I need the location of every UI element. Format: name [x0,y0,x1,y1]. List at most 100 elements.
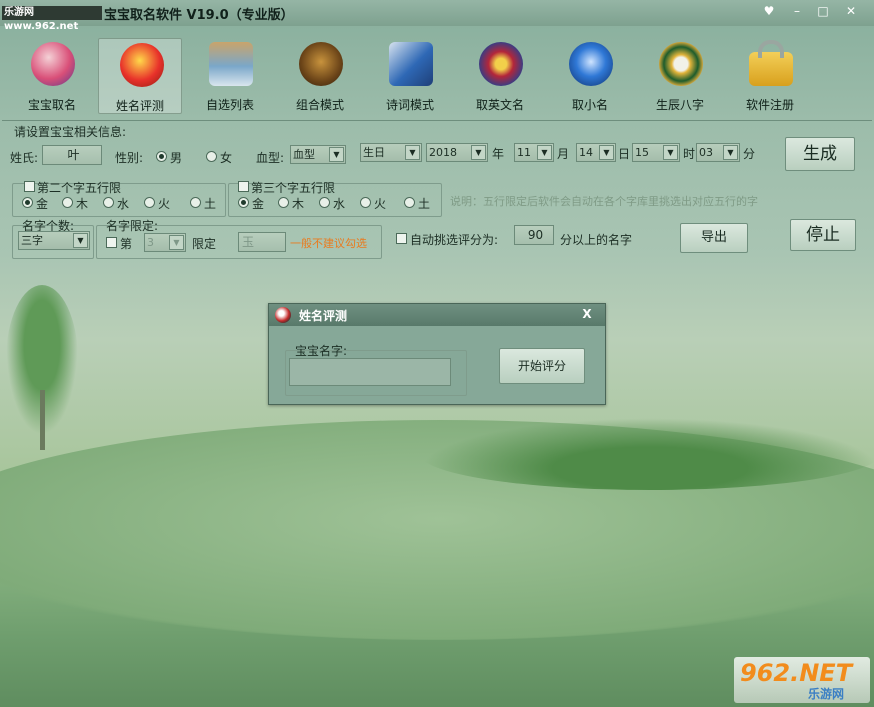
third-char-element-label: 金 [252,197,265,211]
chevron-down-icon[interactable]: ▼ [723,145,738,160]
third-char-element-label: 木 [292,197,305,211]
minute-select[interactable]: 03 ▼ [696,143,740,162]
baby-name-input[interactable] [289,358,451,386]
third-char-element-radio-1[interactable] [278,197,289,208]
skin-icon[interactable]: ♥ [758,3,780,20]
watermark-brand: 962.NET [740,659,853,687]
tool-baby-naming[interactable]: 宝宝取名 [10,38,94,114]
third-char-element-label: 土 [418,197,431,211]
third-char-element-label: 水 [333,197,346,211]
limit-pos-label: 第 [120,237,133,251]
limit-char-value: 玉 [242,235,255,249]
second-char-label: 第二个字五行限 [37,181,122,195]
limit-char-input[interactable]: 玉 [238,232,286,252]
year-value: 2018 [429,146,457,159]
minimize-button[interactable]: – [786,3,808,20]
third-char-element-radio-4[interactable] [404,197,415,208]
second-char-element-radio-1[interactable] [62,197,73,208]
start-score-button[interactable]: 开始评分 [499,348,585,384]
surname-label: 姓氏: [10,151,39,165]
second-char-element-label: 水 [117,197,130,211]
dialog-title: 姓名评测 [299,309,348,323]
name-limit-label: 名字限定: [106,219,159,233]
section-title: 请设置宝宝相关信息: [14,125,127,139]
limit-label: 限定 [192,237,217,251]
hour-select[interactable]: 15 ▼ [632,143,680,162]
name-count-value: 三字 [21,234,43,247]
chevron-down-icon[interactable]: ▼ [537,145,552,160]
birth-type-value: 生日 [363,146,385,159]
second-char-element-radio-2[interactable] [103,197,114,208]
chevron-down-icon[interactable]: ▼ [663,145,678,160]
app-logo-icon [275,307,291,323]
blood-value: 血型 [293,148,315,161]
score-value: 90 [527,228,544,242]
surname-value: 叶 [67,148,80,162]
month-label: 月 [557,147,570,161]
dialog-close-button[interactable]: X [570,305,604,323]
book-disc-icon [389,42,433,86]
third-char-element-label: 火 [374,197,387,211]
tool-bazi[interactable]: 生辰八字 [638,38,722,114]
tree-line [420,418,874,490]
window-title: 宝宝取名软件 V19.0（专业版） [104,8,294,23]
gender-female-radio[interactable] [206,151,217,162]
chevron-down-icon[interactable]: ▼ [405,145,420,160]
chevron-down-icon[interactable]: ▼ [599,145,614,160]
score-input[interactable]: 90 [514,225,554,245]
tool-poetry-mode[interactable]: 诗词模式 [368,38,452,114]
year-label: 年 [492,147,505,161]
limit-pos-select[interactable]: 3 ▼ [144,233,186,252]
tool-custom-list[interactable]: 自选列表 [188,38,272,114]
lock-shackle [758,40,784,58]
watermark-sub: 乐游网 [808,687,845,701]
bagua-icon [659,42,703,86]
birth-type-select[interactable]: 生日 ▼ [360,143,422,162]
day-select[interactable]: 14 ▼ [576,143,616,162]
blood-label: 血型: [256,151,285,165]
tool-combo-mode[interactable]: 组合模式 [278,38,362,114]
chevron-down-icon[interactable]: ▼ [471,145,486,160]
name-limit-checkbox[interactable] [106,237,117,248]
tool-label: 取英文名 [475,98,524,112]
chevron-down-icon[interactable]: ▼ [73,233,88,248]
auto-select-checkbox[interactable] [396,233,407,244]
dialog-title-bar: 姓名评测 X [269,304,605,326]
second-char-element-label: 土 [204,197,217,211]
tool-register[interactable]: 软件注册 [728,38,812,114]
wolf-icon [569,42,613,86]
export-button[interactable]: 导出 [680,223,748,253]
baby-name-label: 宝宝名字: [295,344,348,358]
blood-select[interactable]: 血型 ▼ [290,145,346,164]
surname-input[interactable]: 叶 [42,145,102,165]
third-char-element-radio-2[interactable] [319,197,330,208]
gender-male-radio[interactable] [156,151,167,162]
limit-pos-value: 3 [147,236,154,249]
close-button[interactable]: ✕ [840,3,862,20]
maximize-button[interactable]: □ [812,3,834,20]
tool-name-test[interactable]: 姓名评测 [98,38,182,114]
brush-cup-icon [209,42,253,86]
tool-label: 宝宝取名 [27,98,76,112]
tool-label: 生辰八字 [655,98,704,112]
tool-nickname[interactable]: 取小名 [548,38,632,114]
chevron-down-icon[interactable]: ▼ [329,147,344,162]
second-char-element-radio-0[interactable] [22,197,33,208]
third-char-checkbox[interactable] [238,181,249,192]
second-char-element-label: 火 [158,197,171,211]
year-select[interactable]: 2018 ▼ [426,143,488,162]
name-count-select[interactable]: 三字 ▼ [18,231,90,250]
third-char-element-radio-3[interactable] [360,197,371,208]
tool-english-name[interactable]: 取英文名 [458,38,542,114]
stop-button[interactable]: 停止 [790,219,856,251]
chevron-down-icon[interactable]: ▼ [169,235,184,250]
second-char-checkbox[interactable] [24,181,35,192]
second-char-element-radio-3[interactable] [144,197,155,208]
generate-button[interactable]: 生成 [785,137,855,171]
second-char-element-label: 木 [76,197,89,211]
app-window: 乐游网 www.962.net 宝宝取名软件 V19.0（专业版） ♥ – □ … [0,0,874,707]
month-select[interactable]: 11 ▼ [514,143,554,162]
third-char-element-radio-0[interactable] [238,197,249,208]
second-char-element-radio-4[interactable] [190,197,201,208]
month-value: 11 [517,146,531,159]
